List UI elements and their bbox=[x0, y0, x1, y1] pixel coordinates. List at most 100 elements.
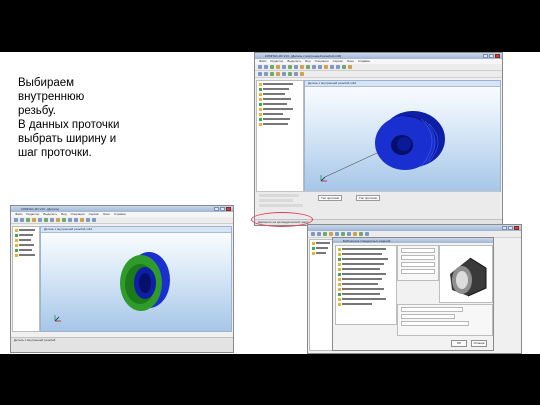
param-field[interactable] bbox=[401, 321, 469, 326]
tree-row[interactable] bbox=[15, 253, 37, 257]
ok-button[interactable]: OK bbox=[451, 340, 467, 347]
menu-view[interactable]: Вид bbox=[305, 59, 310, 64]
tool-icon[interactable] bbox=[365, 232, 369, 236]
cancel-button[interactable]: Отмена bbox=[471, 340, 487, 347]
measure-icon[interactable] bbox=[342, 65, 346, 69]
groove-type-button[interactable]: Тип проточки bbox=[356, 195, 381, 201]
menu-help[interactable]: Справка bbox=[358, 59, 370, 64]
tool-icon[interactable] bbox=[311, 232, 315, 236]
minimize-button[interactable] bbox=[483, 54, 488, 58]
menu-service[interactable]: Сервис bbox=[333, 59, 343, 64]
tool-icon[interactable] bbox=[347, 232, 351, 236]
param-field[interactable] bbox=[401, 269, 435, 274]
tree-row[interactable] bbox=[259, 117, 301, 121]
undo-icon[interactable] bbox=[300, 65, 304, 69]
param-field[interactable] bbox=[401, 255, 435, 260]
tool-icon[interactable] bbox=[300, 72, 304, 76]
save-icon[interactable] bbox=[270, 65, 274, 69]
tool-icon[interactable] bbox=[26, 218, 30, 222]
tool-icon[interactable] bbox=[323, 232, 327, 236]
menu-edit[interactable]: Редактор bbox=[26, 212, 39, 217]
menu-help[interactable]: Справка bbox=[114, 212, 126, 217]
tree-row[interactable] bbox=[259, 82, 301, 86]
tool-icon[interactable] bbox=[258, 72, 262, 76]
menu-select[interactable]: Выделить bbox=[287, 59, 301, 64]
tree-row[interactable] bbox=[15, 243, 37, 247]
tree-row[interactable] bbox=[15, 248, 37, 252]
orient-icon[interactable] bbox=[336, 65, 340, 69]
tool-icon[interactable] bbox=[353, 232, 357, 236]
menu-file[interactable]: Файл bbox=[259, 59, 266, 64]
menu-window[interactable]: Окно bbox=[347, 59, 354, 64]
tree-row[interactable] bbox=[312, 246, 332, 250]
shade-icon[interactable] bbox=[330, 65, 334, 69]
maximize-button[interactable] bbox=[508, 226, 513, 230]
tool-icon[interactable] bbox=[86, 218, 90, 222]
tool-icon[interactable] bbox=[68, 218, 72, 222]
menu-operations[interactable]: Операции bbox=[315, 59, 329, 64]
tool-icon[interactable] bbox=[276, 72, 280, 76]
library-icon[interactable] bbox=[348, 65, 352, 69]
open-icon[interactable] bbox=[264, 65, 268, 69]
redo-icon[interactable] bbox=[306, 65, 310, 69]
tree-row[interactable] bbox=[312, 251, 332, 255]
3d-viewport[interactable]: Деталь с внутренней резьбой.m3d bbox=[304, 80, 501, 192]
tool-icon[interactable] bbox=[50, 218, 54, 222]
tool-icon[interactable] bbox=[329, 232, 333, 236]
menu-select[interactable]: Выделить bbox=[43, 212, 57, 217]
tool-icon[interactable] bbox=[359, 232, 363, 236]
tree-row[interactable] bbox=[259, 122, 301, 126]
print-icon[interactable] bbox=[276, 65, 280, 69]
thread-type-button[interactable]: Тип проточки bbox=[318, 195, 343, 201]
tool-icon[interactable] bbox=[335, 232, 339, 236]
tool-icon[interactable] bbox=[264, 72, 268, 76]
tool-icon[interactable] bbox=[282, 72, 286, 76]
tool-icon[interactable] bbox=[74, 218, 78, 222]
tool-icon[interactable] bbox=[80, 218, 84, 222]
paste-icon[interactable] bbox=[294, 65, 298, 69]
menu-edit[interactable]: Редактор bbox=[270, 59, 283, 64]
tree-row[interactable] bbox=[338, 277, 394, 281]
minimize-button[interactable] bbox=[502, 226, 507, 230]
copy-icon[interactable] bbox=[288, 65, 292, 69]
menu-operations[interactable]: Операции bbox=[71, 212, 85, 217]
maximize-button[interactable] bbox=[220, 207, 225, 211]
tree-row[interactable] bbox=[338, 247, 394, 251]
pan-icon[interactable] bbox=[324, 65, 328, 69]
tool-icon[interactable] bbox=[38, 218, 42, 222]
tool-icon[interactable] bbox=[20, 218, 24, 222]
3d-viewport[interactable]: Деталь с внутренней резьбой.m3d bbox=[40, 226, 232, 332]
tool-icon[interactable] bbox=[14, 218, 18, 222]
new-icon[interactable] bbox=[258, 65, 262, 69]
tree-row[interactable] bbox=[312, 241, 332, 245]
tool-icon[interactable] bbox=[44, 218, 48, 222]
tree-row[interactable] bbox=[338, 292, 394, 296]
part-green-blue[interactable] bbox=[41, 227, 231, 331]
tree-row[interactable] bbox=[15, 228, 37, 232]
tree-row[interactable] bbox=[259, 92, 301, 96]
menu-service[interactable]: Сервис bbox=[89, 212, 99, 217]
tree-row[interactable] bbox=[259, 107, 301, 111]
tree-row[interactable] bbox=[338, 272, 394, 276]
zoom-icon[interactable] bbox=[312, 65, 316, 69]
cut-icon[interactable] bbox=[282, 65, 286, 69]
close-button[interactable] bbox=[226, 207, 231, 211]
tool-icon[interactable] bbox=[341, 232, 345, 236]
close-button[interactable] bbox=[495, 54, 500, 58]
param-field[interactable] bbox=[401, 307, 463, 312]
tool-icon[interactable] bbox=[288, 72, 292, 76]
close-button[interactable] bbox=[514, 226, 519, 230]
tree-row[interactable] bbox=[338, 267, 394, 271]
tool-icon[interactable] bbox=[294, 72, 298, 76]
tree-row[interactable] bbox=[259, 87, 301, 91]
tree-row[interactable] bbox=[15, 233, 37, 237]
threaded-part-blue[interactable] bbox=[305, 81, 500, 191]
tree-row[interactable] bbox=[259, 97, 301, 101]
maximize-button[interactable] bbox=[489, 54, 494, 58]
tree-row[interactable] bbox=[15, 238, 37, 242]
tree-row[interactable] bbox=[338, 257, 394, 261]
menu-view[interactable]: Вид bbox=[61, 212, 66, 217]
tree-row[interactable] bbox=[338, 302, 394, 306]
tree-row[interactable] bbox=[338, 282, 394, 286]
tool-icon[interactable] bbox=[92, 218, 96, 222]
